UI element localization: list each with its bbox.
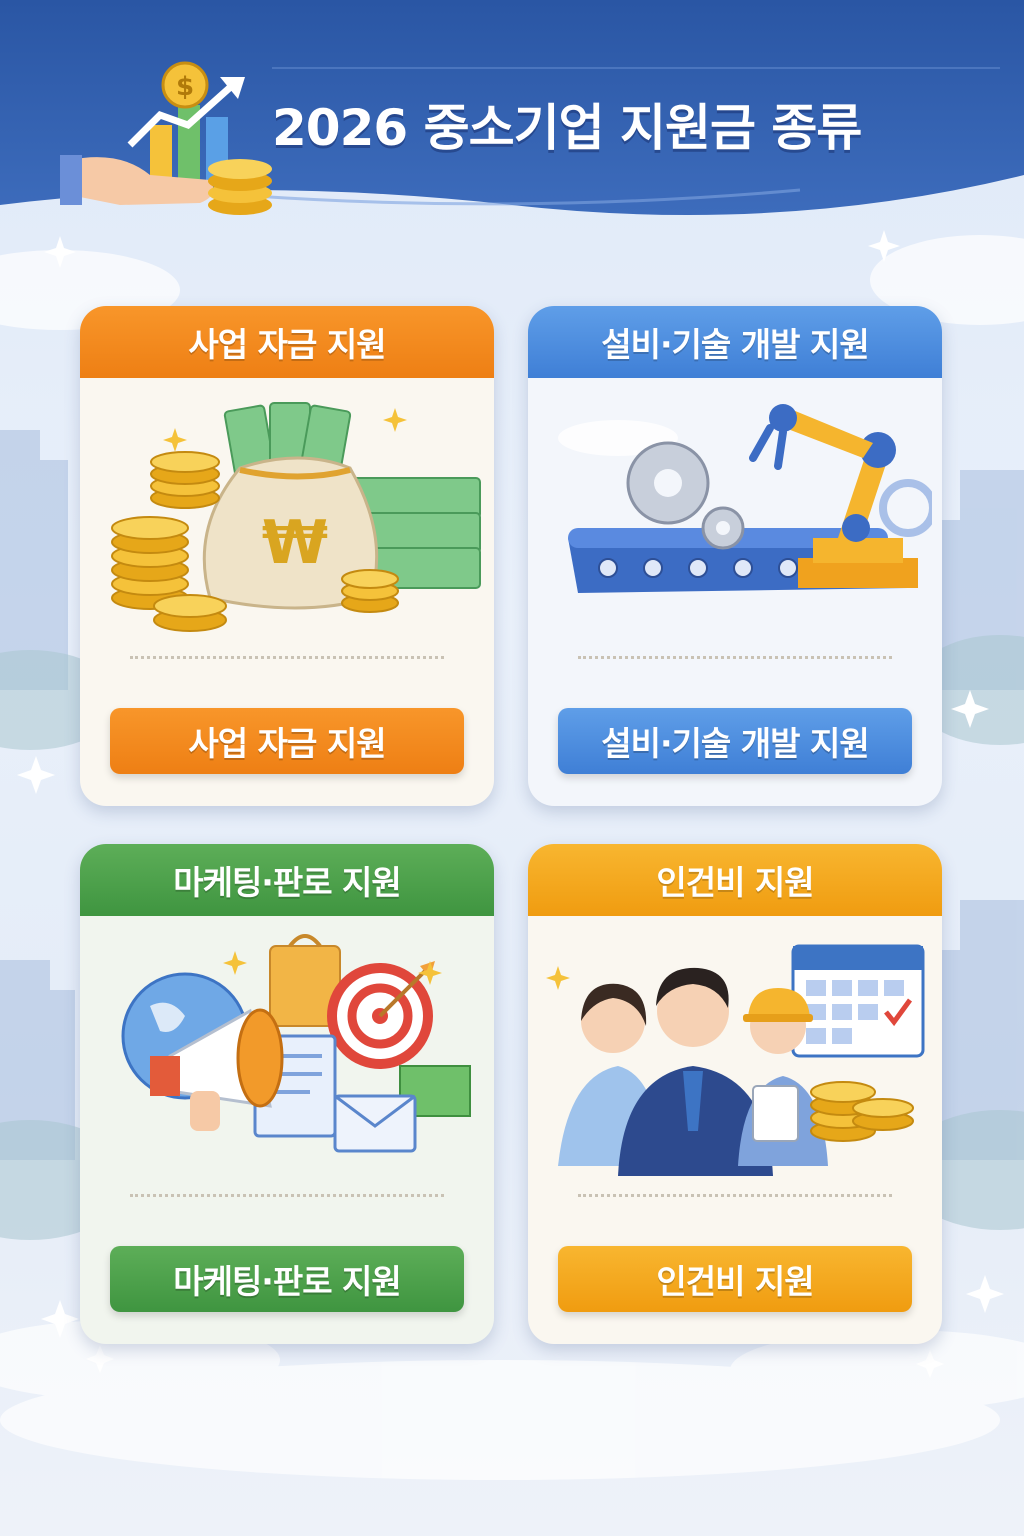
money-growth-icon: $	[60, 61, 272, 215]
robot-arm-icon	[558, 404, 932, 593]
dotted-divider	[578, 1194, 892, 1197]
card-header: 마케팅·판로 지원	[80, 844, 494, 916]
dotted-divider	[130, 656, 444, 659]
card-header: 인건비 지원	[528, 844, 942, 916]
card-header: 사업 자금 지원	[80, 306, 494, 378]
card-equipment-tech[interactable]: 설비·기술 개발 지원 설비·기술 개발 지원	[528, 306, 942, 806]
svg-text:₩: ₩	[262, 508, 328, 578]
card-header: 설비·기술 개발 지원	[528, 306, 942, 378]
megaphone-icon	[121, 934, 471, 1153]
money-bag-icon: ₩	[111, 402, 481, 632]
page-title: 2026 중소기업 지원금 종류	[272, 99, 862, 157]
svg-text:$: $	[176, 72, 194, 102]
workers-icon	[546, 944, 925, 1176]
marketing-button[interactable]: 마케팅·판로 지원	[110, 1246, 464, 1312]
dotted-divider	[578, 656, 892, 659]
card-labor-cost[interactable]: 인건비 지원 인건비 지원	[528, 844, 942, 1344]
labor-cost-button[interactable]: 인건비 지원	[558, 1246, 912, 1312]
card-marketing[interactable]: 마케팅·판로 지원 마케팅·판로 지원	[80, 844, 494, 1344]
equipment-tech-button[interactable]: 설비·기술 개발 지원	[558, 708, 912, 774]
card-business-funding[interactable]: 사업 자금 지원 ₩ 사업 자금 지원	[80, 306, 494, 806]
business-funding-button[interactable]: 사업 자금 지원	[110, 708, 464, 774]
dotted-divider	[130, 1194, 444, 1197]
